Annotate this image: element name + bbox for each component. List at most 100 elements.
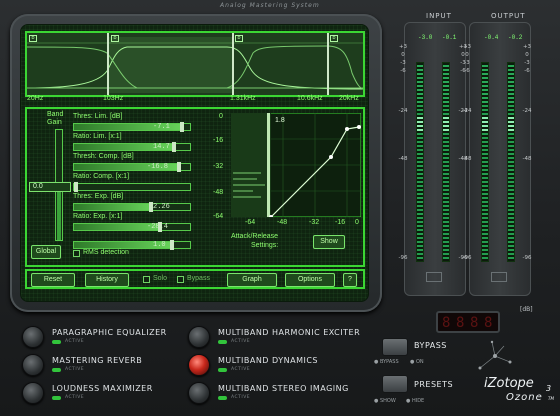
band-marker-4[interactable]: b bbox=[330, 35, 338, 42]
parameter-slider[interactable] bbox=[73, 240, 191, 250]
hide-option[interactable]: ● HIDE bbox=[406, 398, 424, 404]
parameter-slider[interactable] bbox=[73, 142, 191, 152]
meter-segment bbox=[482, 177, 488, 179]
meter-scale-label: 0 bbox=[465, 52, 469, 58]
module-power-icon[interactable] bbox=[188, 382, 210, 404]
meter-segment bbox=[508, 209, 514, 211]
meter-segment bbox=[443, 221, 449, 223]
meter-segment bbox=[417, 181, 423, 183]
bypass-button[interactable] bbox=[382, 338, 408, 356]
readout-digit: 8 bbox=[442, 315, 451, 331]
transfer-curve-graph[interactable] bbox=[231, 113, 361, 217]
meter-segment bbox=[508, 217, 514, 219]
module-button[interactable]: MULTIBAND HARMONIC EXCITER ACTIVE bbox=[188, 326, 368, 350]
module-power-icon[interactable] bbox=[22, 354, 44, 376]
parameter-slider[interactable] bbox=[73, 222, 191, 232]
slider-label: Thres: Lim. [dB] bbox=[73, 113, 123, 120]
meter-segment bbox=[508, 121, 514, 123]
graph-button[interactable]: Graph bbox=[227, 273, 277, 287]
module-button[interactable]: LOUDNESS MAXIMIZER ACTIVE bbox=[22, 382, 202, 406]
meter-segment bbox=[443, 169, 449, 171]
slider-handle[interactable] bbox=[169, 240, 174, 250]
module-power-icon[interactable] bbox=[22, 382, 44, 404]
meter-segment bbox=[508, 69, 514, 71]
meter-segment bbox=[482, 201, 488, 203]
meter-segment bbox=[443, 249, 449, 251]
meter-segment bbox=[508, 173, 514, 175]
module-button[interactable]: PARAGRAPHIC EQUALIZER ACTIVE bbox=[22, 326, 202, 350]
presets-button[interactable] bbox=[382, 375, 408, 393]
band-marker-1[interactable]: b bbox=[29, 35, 37, 42]
module-power-icon[interactable] bbox=[188, 354, 210, 376]
screen-toolbar: Reset History Solo Bypass Graph Options … bbox=[25, 269, 365, 289]
meter-segment bbox=[508, 65, 514, 67]
meter-segment bbox=[417, 109, 423, 111]
parameter-slider[interactable] bbox=[73, 182, 191, 192]
crossover-display[interactable]: b b b b bbox=[25, 31, 365, 97]
meter-segment bbox=[417, 197, 423, 199]
reset-button[interactable]: Reset bbox=[31, 273, 75, 287]
meter-segment bbox=[443, 193, 449, 195]
bypass-checkbox[interactable] bbox=[177, 276, 184, 283]
meter-segment bbox=[482, 213, 488, 215]
meter-segment bbox=[508, 193, 514, 195]
input-link-icon[interactable] bbox=[426, 272, 442, 282]
meter-segment bbox=[482, 253, 488, 255]
meter-segment bbox=[443, 133, 449, 135]
meter-segment bbox=[443, 241, 449, 243]
parameter-slider[interactable] bbox=[73, 202, 191, 212]
module-status: ACTIVE bbox=[231, 339, 251, 344]
meter-segment bbox=[443, 209, 449, 211]
meter-segment bbox=[417, 161, 423, 163]
meter-segment bbox=[508, 89, 514, 91]
rms-checkbox[interactable] bbox=[73, 250, 80, 257]
meter-segment bbox=[508, 93, 514, 95]
show-attack-release-button[interactable]: Show bbox=[313, 235, 345, 249]
history-button[interactable]: History bbox=[85, 273, 129, 287]
module-button[interactable]: MASTERING REVERB ACTIVE bbox=[22, 354, 202, 378]
parameter-slider[interactable] bbox=[73, 122, 191, 132]
output-peak-right: -0.2 bbox=[508, 34, 523, 41]
readout-digit: 8 bbox=[484, 315, 493, 331]
graph-x-tick: 0 bbox=[355, 219, 359, 226]
meter-segment bbox=[443, 89, 449, 91]
options-button[interactable]: Options bbox=[285, 273, 335, 287]
module-button[interactable]: MULTIBAND STEREO IMAGING ACTIVE bbox=[188, 382, 368, 406]
solo-checkbox[interactable] bbox=[143, 276, 150, 283]
meter-segment bbox=[482, 205, 488, 207]
module-power-icon[interactable] bbox=[22, 326, 44, 348]
meter-segment bbox=[508, 85, 514, 87]
slider-handle[interactable] bbox=[176, 162, 181, 172]
freq-label: 20Hz bbox=[27, 95, 44, 102]
meter-segment bbox=[443, 185, 449, 187]
meter-segment bbox=[508, 249, 514, 251]
graph-x-tick: -32 bbox=[309, 219, 320, 226]
graph-y-tick: 0 bbox=[219, 113, 223, 120]
band-marker-3[interactable]: b bbox=[235, 35, 243, 42]
meter-segment bbox=[508, 253, 514, 255]
parameter-slider[interactable] bbox=[73, 162, 191, 172]
show-option[interactable]: ● SHOW bbox=[374, 398, 396, 404]
module-button[interactable]: MULTIBAND DYNAMICS ACTIVE bbox=[188, 354, 368, 378]
meter-scale-label: -24 bbox=[398, 108, 408, 114]
readout-digit: 8 bbox=[456, 315, 465, 331]
bypass-label: Bypass bbox=[187, 275, 210, 282]
slider-handle[interactable] bbox=[74, 182, 78, 192]
output-meter-title: OUTPUT bbox=[491, 12, 526, 20]
meter-segment bbox=[508, 233, 514, 235]
meter-segment bbox=[417, 117, 423, 119]
global-button[interactable]: Global bbox=[31, 245, 61, 259]
band-marker-2[interactable]: b bbox=[111, 35, 119, 42]
help-button[interactable]: ? bbox=[343, 273, 357, 287]
meter-segment bbox=[508, 153, 514, 155]
meter-segment bbox=[417, 113, 423, 115]
module-power-icon[interactable] bbox=[188, 326, 210, 348]
slider-handle[interactable] bbox=[180, 122, 185, 132]
meter-segment bbox=[508, 177, 514, 179]
output-link-icon[interactable] bbox=[491, 272, 507, 282]
slider-handle[interactable] bbox=[172, 142, 177, 152]
on-option[interactable]: ● ON bbox=[410, 359, 424, 365]
meter-segment bbox=[482, 73, 488, 75]
bypass-option[interactable]: ● BYPASS bbox=[374, 359, 399, 365]
meter-segment bbox=[417, 121, 423, 123]
